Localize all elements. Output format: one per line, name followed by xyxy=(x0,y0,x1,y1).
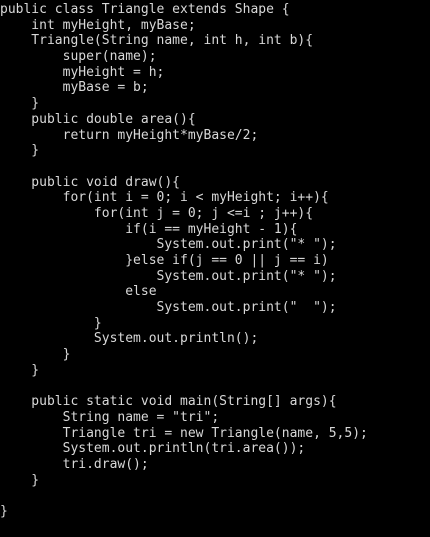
code-line: String name = "tri"; xyxy=(0,409,220,425)
code-line: } xyxy=(0,504,8,519)
code-line: Triangle tri = new Triangle(name, 5,5); xyxy=(0,425,368,441)
code-line: tri.draw(); xyxy=(0,456,149,472)
code-line: System.out.println(tri.area()); xyxy=(0,441,306,457)
code-line: for(int j = 0; j <=i ; j++){ xyxy=(0,205,314,221)
code-line: myBase = b; xyxy=(0,80,149,96)
code-line: System.out.println(); xyxy=(0,331,259,347)
code-line: myHeight = h; xyxy=(0,64,165,80)
code-line: } xyxy=(0,362,40,378)
code-line: System.out.print("* "); xyxy=(0,237,337,253)
code-line: } xyxy=(0,96,40,112)
code-line: public class Triangle extends Shape { xyxy=(0,2,290,17)
code-line: System.out.print(" "); xyxy=(0,300,337,316)
code-line: if(i == myHeight - 1){ xyxy=(0,221,298,237)
code-line: } xyxy=(0,143,40,159)
code-line: else xyxy=(0,284,157,300)
code-line: for(int i = 0; i < myHeight; i++){ xyxy=(0,190,329,206)
code-editor[interactable]: public class Triangle extends Shape { in… xyxy=(0,0,430,537)
code-line: public static void main(String[] args){ xyxy=(0,394,337,410)
code-line: super(name); xyxy=(0,49,157,65)
code-line: public void draw(){ xyxy=(0,174,181,190)
code-line: } xyxy=(0,347,71,363)
code-line: }else if(j == 0 || j == i) xyxy=(0,253,329,268)
code-line: Triangle(String name, int h, int b){ xyxy=(0,33,314,49)
code-line: return myHeight*myBase/2; xyxy=(0,127,259,143)
code-line: System.out.print("* "); xyxy=(0,268,337,284)
code-line: public double area(){ xyxy=(0,111,196,127)
code-lines: public class Triangle extends Shape { in… xyxy=(0,0,430,520)
code-line: } xyxy=(0,472,40,488)
code-line: } xyxy=(0,315,102,331)
code-line: int myHeight, myBase; xyxy=(0,17,196,33)
